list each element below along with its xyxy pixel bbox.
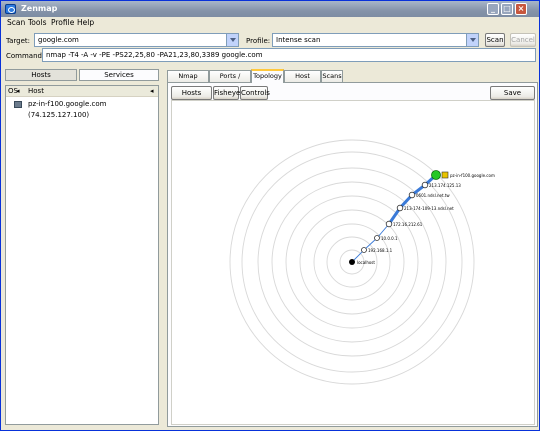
- window-title: Zenmap: [21, 4, 58, 13]
- node-hop-6[interactable]: [421, 181, 429, 189]
- node-label-localhost: localhost: [357, 260, 375, 265]
- controls-button[interactable]: Controls: [240, 86, 270, 100]
- menu-bar: Scan Tools Profile Help: [2, 17, 540, 30]
- node-hop-3[interactable]: [385, 220, 393, 228]
- topology-panel: Hosts Viewer Fisheye Controls Save Graph…: [167, 82, 538, 427]
- minimize-icon[interactable]: _: [487, 3, 499, 15]
- profile-combo[interactable]: Intense scan: [272, 33, 479, 47]
- command-input[interactable]: nmap -T4 -A -v -PE -PS22,25,80 -PA21,23,…: [42, 48, 536, 62]
- target-value: google.com: [38, 36, 79, 44]
- os-icon: [14, 101, 22, 108]
- menu-profile[interactable]: Profile: [51, 18, 74, 27]
- target-marker-icon: [441, 171, 449, 179]
- title-bar[interactable]: Zenmap _ □ ×: [1, 1, 539, 17]
- os-sort-icon[interactable]: ◂: [16, 86, 20, 96]
- menu-tools[interactable]: Tools: [28, 18, 46, 27]
- node-hop-2[interactable]: [374, 235, 380, 241]
- topology-canvas[interactable]: localhost 192.168.1.1 10.0.0.1 172.16.21…: [171, 100, 535, 425]
- node-label-hop-4: 213-174-109-13.ndsl.net: [404, 206, 454, 211]
- node-hop-4[interactable]: [396, 204, 404, 212]
- host-column-header[interactable]: Host: [28, 86, 44, 96]
- services-button[interactable]: Services: [79, 69, 159, 81]
- cancel-button[interactable]: Cancel: [510, 33, 536, 47]
- node-label-target: pz-in-f100.google.com: [450, 173, 495, 178]
- host-list-header: OS ◂ Host ◂: [6, 86, 158, 97]
- menu-scan[interactable]: Scan: [7, 18, 25, 27]
- zenmap-window: Zenmap _ □ × Scan Tools Profile Help Tar…: [0, 0, 540, 431]
- node-label-hop-1: 192.168.1.1: [368, 248, 393, 253]
- node-target[interactable]: [431, 170, 441, 180]
- hosts-services-switch: Hosts Services: [5, 69, 159, 81]
- target-label: Target:: [6, 37, 31, 45]
- host-sort-icon[interactable]: ◂: [150, 86, 154, 96]
- scan-button[interactable]: Scan: [485, 33, 505, 47]
- save-graphic-button[interactable]: Save Graphic: [490, 86, 535, 109]
- node-label-hop-5: 0601.ndsl.net.tw: [416, 193, 450, 198]
- menu-help[interactable]: Help: [77, 18, 94, 27]
- close-icon[interactable]: ×: [515, 3, 527, 15]
- tab-host-details[interactable]: Host Details: [284, 70, 321, 91]
- node-label-hop-6: 213.174.125.13: [429, 183, 461, 188]
- tab-nmap-output[interactable]: Nmap Output: [167, 70, 209, 91]
- profile-label: Profile:: [246, 37, 271, 45]
- profile-dropdown-icon[interactable]: [466, 34, 478, 46]
- host-row[interactable]: pz-in-f100.google.com (74.125.127.100): [6, 99, 158, 119]
- command-label: Command:: [6, 52, 45, 60]
- maximize-icon[interactable]: □: [501, 3, 513, 15]
- tab-ports-hosts[interactable]: Ports / Hosts: [209, 70, 251, 91]
- route-link-thin: [351, 223, 390, 263]
- node-localhost[interactable]: [349, 259, 355, 265]
- hosts-viewer-button[interactable]: Hosts Viewer: [171, 86, 212, 109]
- host-list-panel: OS ◂ Host ◂ pz-in-f100.google.com (74.12…: [5, 85, 159, 425]
- node-label-hop-2: 10.0.0.1: [381, 236, 398, 241]
- result-tabs: Nmap Output Ports / Hosts Topology Host …: [167, 69, 540, 91]
- tab-topology[interactable]: Topology: [251, 69, 284, 83]
- node-label-hop-3: 172.16.212.61: [393, 222, 423, 227]
- tab-scans[interactable]: Scans: [321, 70, 343, 82]
- target-dropdown-icon[interactable]: [226, 34, 238, 46]
- hosts-button[interactable]: Hosts: [5, 69, 77, 81]
- zenmap-app-icon: [5, 4, 16, 14]
- node-hop-5[interactable]: [408, 191, 416, 199]
- node-hop-1[interactable]: [361, 247, 367, 253]
- host-name: pz-in-f100.google.com (74.125.127.100): [28, 100, 107, 119]
- target-combo[interactable]: google.com: [34, 33, 239, 47]
- topology-graph[interactable]: localhost 192.168.1.1 10.0.0.1 172.16.21…: [172, 101, 536, 426]
- fisheye-button[interactable]: Fisheye: [213, 86, 240, 100]
- profile-value: Intense scan: [276, 36, 321, 44]
